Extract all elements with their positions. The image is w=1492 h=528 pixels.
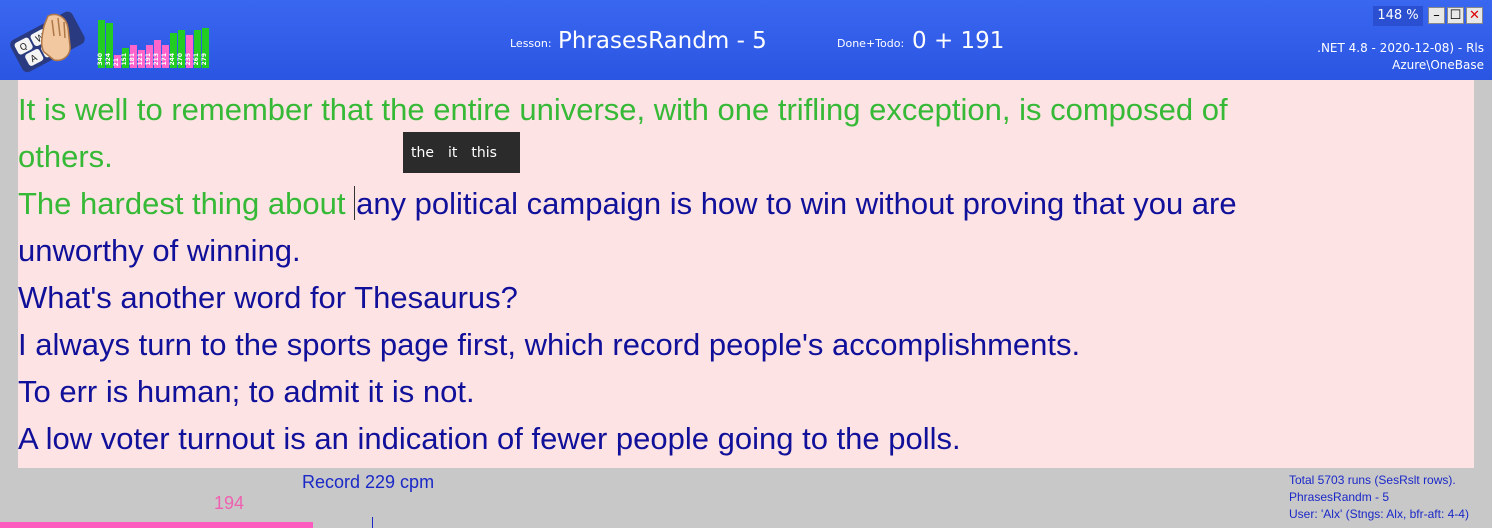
mini-chart-label: 151: [121, 53, 128, 66]
typed-text: It is well to remember that the entire u…: [18, 92, 1228, 127]
build-line-1: .NET 4.8 - 2020-12-08) - Rls: [1317, 41, 1484, 55]
word-suggestion-popup: the it this: [403, 132, 520, 173]
mini-speed-chart: 340 324 21 151 181 121 191 213 171 244 270 235 261 27…: [97, 18, 210, 68]
build-line-2: Azure\OneBase: [1392, 58, 1484, 72]
suggestion-item[interactable]: this: [471, 145, 497, 161]
stats-line: User: 'Alx' (Stngs: Alx, bfr-aft: 4-4): [1289, 507, 1469, 521]
mini-chart-label: 171: [161, 53, 168, 66]
suggestion-item[interactable]: it: [448, 145, 457, 161]
done-todo-label: Done+Todo:: [837, 37, 905, 50]
build-info: .NET 4.8 - 2020-12-08) - Rls Azure\OneBa…: [1317, 40, 1484, 74]
text-line: others.: [18, 133, 1474, 180]
pending-text: any political campaign is how to win wit…: [356, 186, 1237, 221]
header-bar: Q W E A 34032421151181121191213171244270…: [0, 0, 1492, 80]
lesson-label: Lesson:: [510, 37, 552, 50]
mini-chart-label: 181: [129, 53, 136, 66]
mini-chart-label: 213: [153, 53, 160, 66]
mini-chart-label: 279: [201, 53, 208, 66]
text-line: What's another word for Thesaurus?: [18, 280, 518, 315]
text-line: It is well to remember that the entire u…: [18, 86, 1474, 133]
text-line: The hardest thing about any political ca…: [18, 180, 1474, 227]
text-caret: [354, 186, 356, 220]
zoom-level[interactable]: 148 %: [1373, 6, 1423, 26]
lesson-name[interactable]: PhrasesRandm - 5: [558, 28, 767, 54]
suggestion-item[interactable]: the: [411, 145, 434, 161]
speed-progress-bar: [0, 522, 313, 528]
done-todo-count: 0 + 191: [912, 28, 1005, 54]
close-button[interactable]: ✕: [1466, 7, 1483, 24]
mini-chart-label: 324: [105, 53, 112, 66]
minimize-button[interactable]: –: [1428, 7, 1445, 24]
mini-chart-label: 121: [137, 53, 144, 66]
text-line: unworthy of winning.: [18, 233, 301, 268]
app-logo-keyboard-hand-icon: Q W E A: [8, 6, 86, 76]
mini-chart-label: 235: [185, 53, 192, 66]
mini-chart-label: 340: [97, 53, 104, 66]
mini-chart-label: 21: [113, 57, 120, 66]
mini-chart-label: 244: [169, 53, 176, 66]
record-marker: [372, 517, 373, 528]
stats-panel: Total 5703 runs (SesRslt rows). PhrasesR…: [1289, 472, 1469, 523]
typed-text: The hardest thing about: [18, 186, 355, 221]
text-line: I always turn to the sports page first, …: [18, 327, 1081, 362]
stats-line: PhrasesRandm - 5: [1289, 490, 1390, 504]
mini-chart-label: 261: [193, 53, 200, 66]
maximize-button[interactable]: ☐: [1447, 7, 1464, 24]
mini-chart-label: 191: [145, 53, 152, 66]
typing-text-area[interactable]: It is well to remember that the entire u…: [18, 80, 1474, 468]
typed-text: others.: [18, 139, 113, 174]
text-line: To err is human; to admit it is not.: [18, 374, 475, 409]
typing-lines: It is well to remember that the entire u…: [18, 86, 1474, 462]
mini-chart-label: 270: [177, 53, 184, 66]
current-speed-value: 194: [214, 493, 245, 513]
stats-line: Total 5703 runs (SesRslt rows).: [1289, 473, 1456, 487]
text-line: A low voter turnout is an indication of …: [18, 421, 961, 456]
record-speed: Record 229 cpm: [302, 472, 435, 492]
